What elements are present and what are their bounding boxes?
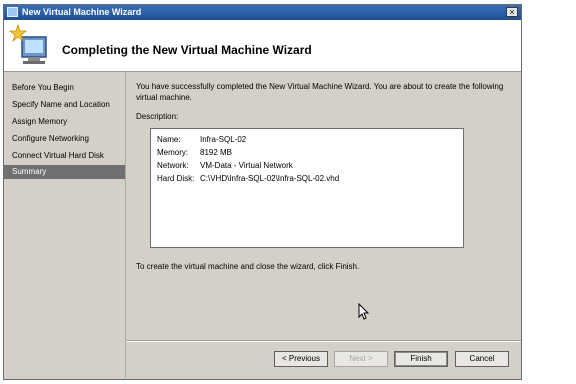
wizard-window: New Virtual Machine Wizard × Completing … xyxy=(3,4,522,380)
mouse-cursor-icon xyxy=(358,303,370,320)
previous-button[interactable]: < Previous xyxy=(274,351,328,367)
window-icon xyxy=(7,7,18,17)
nav-item-configure-networking[interactable]: Configure Networking xyxy=(4,132,125,146)
nav-item-before-you-begin[interactable]: Before You Begin xyxy=(4,81,125,95)
window-title: New Virtual Machine Wizard xyxy=(22,7,142,17)
nav-item-assign-memory[interactable]: Assign Memory xyxy=(4,115,125,129)
nav-item-summary[interactable]: Summary xyxy=(4,165,125,179)
cancel-button[interactable]: Cancel xyxy=(455,351,509,367)
description-key: Memory: xyxy=(157,148,189,157)
description-value: 8192 MB xyxy=(200,148,233,157)
close-button[interactable]: × xyxy=(506,7,518,17)
wizard-header: Completing the New Virtual Machine Wizar… xyxy=(4,20,521,72)
button-bar: < Previous Next > Finish Cancel xyxy=(126,341,521,378)
nav-item-specify-name-and-location[interactable]: Specify Name and Location xyxy=(4,98,125,112)
description-key: Network: xyxy=(157,161,189,170)
finish-instruction-text: To create the virtual machine and close … xyxy=(136,262,360,271)
wizard-computer-icon xyxy=(8,23,47,64)
finish-button[interactable]: Finish xyxy=(394,351,448,367)
intro-text: You have successfully completed the New … xyxy=(136,82,504,102)
next-button[interactable]: Next > xyxy=(334,351,388,367)
description-value: VM-Data - Virtual Network xyxy=(200,161,293,170)
description-value: Infra-SQL-02 xyxy=(200,135,247,144)
header-title: Completing the New Virtual Machine Wizar… xyxy=(62,43,312,57)
description-box[interactable]: Name: Infra-SQL-02 Memory: 8192 MB Netwo… xyxy=(150,128,464,248)
description-key: Hard Disk: xyxy=(157,174,195,183)
description-key: Name: xyxy=(157,135,181,144)
title-bar[interactable]: New Virtual Machine Wizard × xyxy=(4,5,521,20)
content-area: You have successfully completed the New … xyxy=(126,72,521,378)
nav-item-connect-virtual-hard-disk[interactable]: Connect Virtual Hard Disk xyxy=(4,149,125,163)
description-value: C:\VHD\Infra-SQL-02\Infra-SQL-02.vhd xyxy=(200,174,340,183)
description-label: Description: xyxy=(136,112,179,121)
steps-pane: Before You Begin Specify Name and Locati… xyxy=(4,72,126,378)
